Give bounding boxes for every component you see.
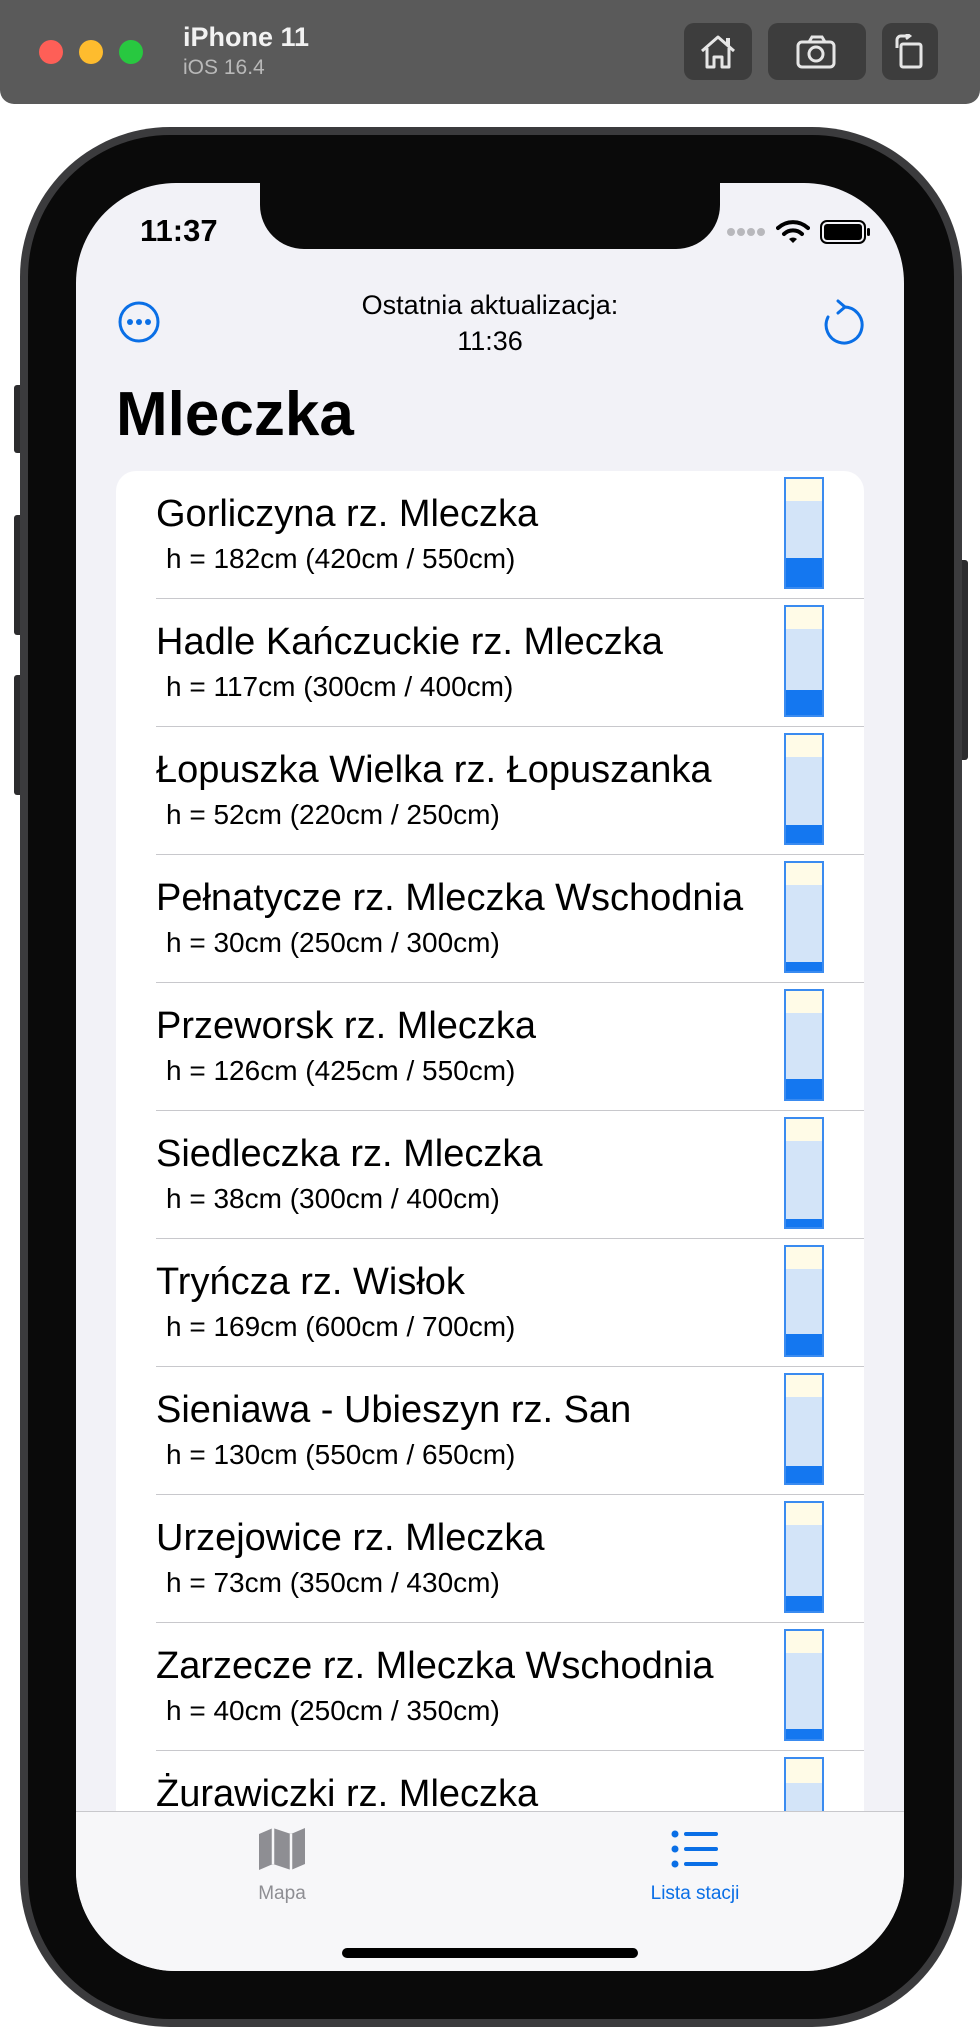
station-name: Łopuszka Wielka rz. Łopuszanka <box>156 749 712 791</box>
level-gauge <box>784 1373 824 1485</box>
gauge-level-fill <box>786 1079 822 1099</box>
tab-label: Mapa <box>258 1883 306 1904</box>
gauge-level-fill <box>786 1596 822 1611</box>
station-name: Przeworsk rz. Mleczka <box>156 1005 537 1047</box>
list-item[interactable]: Urzejowice rz. Mleczka h = 73cm (350cm /… <box>116 1495 864 1623</box>
notch <box>260 183 720 249</box>
list-item[interactable]: Żurawiczki rz. Mleczka <box>116 1751 864 1811</box>
close-window-button[interactable] <box>39 40 63 64</box>
station-detail: h = 40cm (250cm / 350cm) <box>166 1695 500 1726</box>
refresh-icon[interactable] <box>820 299 864 347</box>
status-indicators <box>726 219 872 245</box>
station-detail: h = 130cm (550cm / 650cm) <box>166 1439 516 1470</box>
station-name: Zarzecze rz. Mleczka Wschodnia <box>156 1645 714 1687</box>
station-detail: h = 52cm (220cm / 250cm) <box>166 799 500 830</box>
list-item[interactable]: Łopuszka Wielka rz. Łopuszanka h = 52cm … <box>116 727 864 855</box>
gauge-level-fill <box>786 558 822 587</box>
rotate-button[interactable] <box>882 23 938 80</box>
station-detail: h = 73cm (350cm / 430cm) <box>166 1567 500 1598</box>
list-item[interactable]: Gorliczyna rz. Mleczka h = 182cm (420cm … <box>116 471 864 599</box>
list-item[interactable]: Hadle Kańczuckie rz. Mleczka h = 117cm (… <box>116 599 864 727</box>
simulator-toolbar: iPhone 11 iOS 16.4 <box>0 0 980 104</box>
station-name: Urzejowice rz. Mleczka <box>156 1517 545 1559</box>
last-update-title: Ostatnia aktualizacja: 11:36 <box>276 287 704 359</box>
tab-mapa[interactable]: Mapa <box>182 1826 382 1905</box>
tab-bar: Mapa Lista stacji <box>76 1811 904 1971</box>
list-icon <box>671 1830 718 1868</box>
gauge-level-fill <box>786 825 822 843</box>
gauge-level-fill <box>786 1218 822 1227</box>
station-detail: h = 169cm (600cm / 700cm) <box>166 1311 516 1342</box>
gauge-warning-zone <box>786 1140 822 1227</box>
gauge-level-fill <box>786 1334 822 1355</box>
home-icon <box>701 35 735 68</box>
station-detail: h = 117cm (300cm / 400cm) <box>166 671 514 702</box>
station-detail: h = 38cm (300cm / 400cm) <box>166 1183 500 1214</box>
screenshot-icon <box>796 35 836 68</box>
level-gauge <box>784 861 824 973</box>
battery-icon <box>820 220 870 244</box>
station-name: Gorliczyna rz. Mleczka <box>156 493 539 535</box>
level-gauge <box>784 605 824 717</box>
station-name: Żurawiczki rz. Mleczka <box>156 1773 539 1811</box>
gauge-level-fill <box>786 689 822 715</box>
list-item[interactable]: Pełnatycze rz. Mleczka Wschodnia h = 30c… <box>116 855 864 983</box>
home-button[interactable] <box>684 23 752 80</box>
last-update-time: 11:36 <box>457 326 523 356</box>
station-detail: h = 126cm (425cm / 550cm) <box>166 1055 516 1086</box>
list-item[interactable]: Przeworsk rz. Mleczka h = 126cm (425cm /… <box>116 983 864 1111</box>
station-list: Gorliczyna rz. Mleczka h = 182cm (420cm … <box>116 471 864 1811</box>
station-name: Hadle Kańczuckie rz. Mleczka <box>156 621 663 663</box>
level-gauge <box>784 1629 824 1741</box>
station-name: Tryńcza rz. Wisłok <box>156 1261 465 1303</box>
level-gauge <box>784 1501 824 1613</box>
minimize-window-button[interactable] <box>79 40 103 64</box>
gauge-level-fill <box>786 962 822 971</box>
level-gauge <box>784 477 824 589</box>
level-gauge <box>784 1757 824 1811</box>
station-name: Siedleczka rz. Mleczka <box>156 1133 543 1175</box>
station-name: Pełnatycze rz. Mleczka Wschodnia <box>156 877 744 919</box>
list-item[interactable]: Siedleczka rz. Mleczka h = 38cm (300cm /… <box>116 1111 864 1239</box>
level-gauge <box>784 733 824 845</box>
last-update-label: Ostatnia aktualizacja: <box>361 290 619 320</box>
gauge-warning-zone <box>786 884 822 971</box>
gauge-warning-zone <box>786 1652 822 1739</box>
tab-lista-stacji[interactable]: Lista stacji <box>595 1826 795 1905</box>
list-item[interactable]: Zarzecze rz. Mleczka Wschodnia h = 40cm … <box>116 1623 864 1751</box>
ellipsis-circle-icon[interactable] <box>118 301 160 343</box>
gauge-warning-zone <box>786 1782 822 1811</box>
status-time: 11:37 <box>140 213 218 248</box>
wifi-icon <box>776 220 810 243</box>
screenshot-button[interactable] <box>768 23 866 80</box>
signal-icon <box>727 228 765 236</box>
level-gauge <box>784 1245 824 1357</box>
level-gauge <box>784 989 824 1101</box>
device-name: iPhone 11 <box>183 22 310 52</box>
app-screen: 11:37 Ostatnia aktualizacja: 11:36 Mlecz… <box>76 183 904 1971</box>
gauge-level-fill <box>786 1465 822 1483</box>
tab-label: Lista stacji <box>650 1883 740 1904</box>
rotate-icon <box>895 33 923 68</box>
map-icon <box>259 1828 305 1870</box>
page-title: Mleczka <box>116 380 354 449</box>
zoom-window-button[interactable] <box>119 40 143 64</box>
os-version: iOS 16.4 <box>183 56 265 79</box>
list-item[interactable]: Sieniawa - Ubieszyn rz. San h = 130cm (5… <box>116 1367 864 1495</box>
gauge-level-fill <box>786 1729 822 1739</box>
station-detail: h = 30cm (250cm / 300cm) <box>166 927 500 958</box>
station-name: Sieniawa - Ubieszyn rz. San <box>156 1389 632 1431</box>
home-indicator <box>342 1948 638 1958</box>
level-gauge <box>784 1117 824 1229</box>
station-detail: h = 182cm (420cm / 550cm) <box>166 543 516 574</box>
list-item[interactable]: Tryńcza rz. Wisłok h = 169cm (600cm / 70… <box>116 1239 864 1367</box>
